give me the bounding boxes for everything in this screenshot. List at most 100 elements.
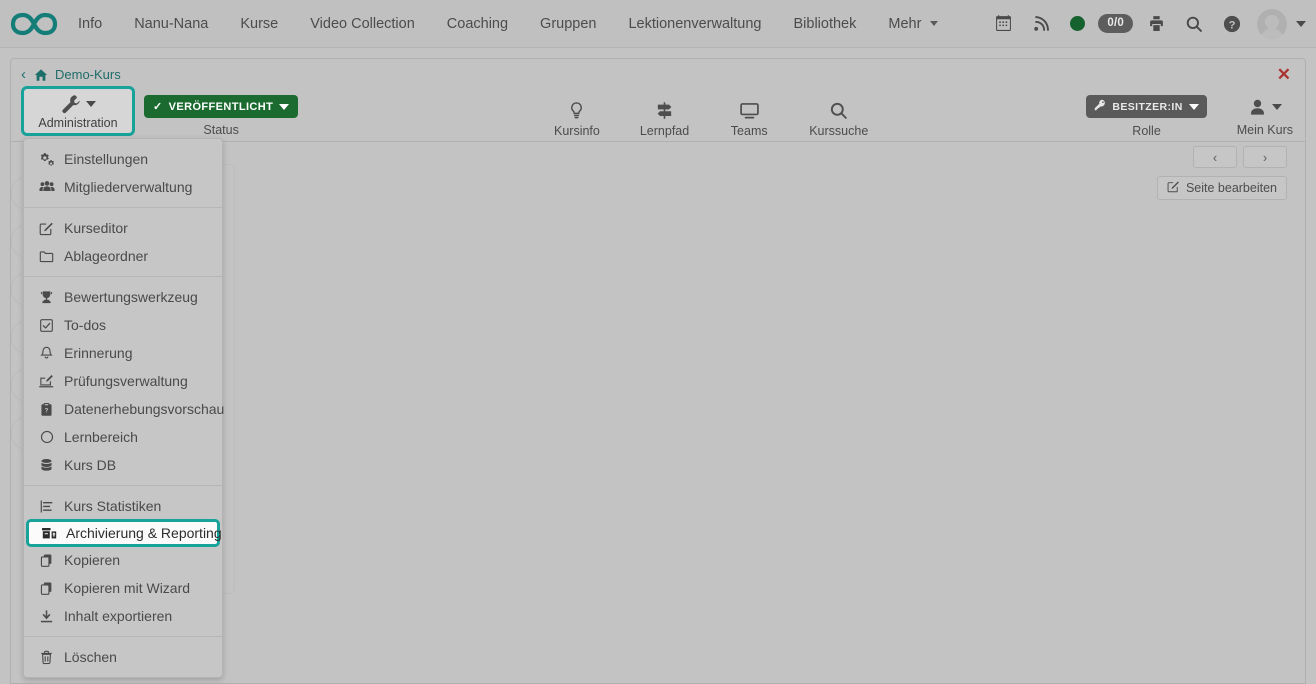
role-badge-label: BESITZER:IN: [1112, 101, 1182, 113]
breadcrumb-course-title[interactable]: Demo-Kurs: [55, 67, 121, 82]
center-toolbar-actions: Kursinfo Lernpfad: [544, 93, 878, 141]
nav-label: Info: [78, 16, 102, 32]
menu-item-kopieren[interactable]: Kopieren: [24, 546, 222, 574]
breadcrumb: ‹ Demo-Kurs ✕: [10, 58, 1306, 90]
menu-item-mitgliederverwaltung[interactable]: Mitgliederverwaltung: [24, 173, 222, 201]
chevron-down-icon: [1189, 104, 1199, 110]
menu-item-bewertungswerkzeug[interactable]: Bewertungswerkzeug: [24, 283, 222, 311]
pencil-square-icon: [38, 221, 55, 236]
trophy-icon: [38, 290, 55, 305]
screen-edit-icon: [38, 374, 55, 389]
close-icon[interactable]: ✕: [1273, 66, 1295, 83]
menu-item-inhalt-exportieren[interactable]: Inhalt exportieren: [24, 602, 222, 630]
mein-kurs-button[interactable]: Mein Kurs: [1237, 95, 1293, 137]
menu-item-label: Lernbereich: [64, 428, 138, 446]
menu-item-label: Archivierung & Reporting: [66, 524, 222, 542]
menu-item-loeschen[interactable]: Löschen: [24, 643, 222, 671]
download-icon: [38, 609, 55, 624]
menu-item-label: Ablageordner: [64, 247, 148, 265]
lightbulb-icon: [567, 97, 586, 123]
rss-icon[interactable]: [1022, 0, 1060, 48]
person-icon: [1248, 94, 1267, 120]
right-toolbar-actions: BESITZER:IN Rolle Mein Kurs: [1086, 95, 1293, 138]
nav-label: Bibliothek: [794, 16, 857, 32]
nav-label: Lektionenverwaltung: [628, 16, 761, 32]
bell-icon: [38, 346, 55, 361]
nav-item-video-collection[interactable]: Video Collection: [294, 0, 431, 48]
checkbox-icon: [38, 318, 55, 333]
next-page-button[interactable]: ›: [1243, 146, 1287, 168]
tool-label: Kursinfo: [554, 124, 600, 138]
tool-label: Kurssuche: [809, 124, 868, 138]
printer-icon[interactable]: [1137, 0, 1175, 48]
chevron-down-icon: [86, 101, 96, 107]
chevron-down-icon: [279, 104, 289, 110]
administration-label: Administration: [38, 116, 117, 130]
calendar-icon[interactable]: [984, 0, 1022, 48]
menu-item-datenerhebungsvorschau[interactable]: ? Datenerhebungsvorschau: [24, 395, 222, 423]
tool-kursinfo[interactable]: Kursinfo: [544, 93, 610, 141]
administration-button[interactable]: Administration: [21, 86, 135, 136]
counter-badge-wrap[interactable]: 0/0: [1094, 0, 1137, 48]
nav-label: Video Collection: [310, 16, 415, 32]
menu-item-label: Kurs DB: [64, 456, 116, 474]
menu-item-label: Löschen: [64, 648, 117, 666]
menu-separator: [24, 485, 222, 486]
nav-item-bibliothek[interactable]: Bibliothek: [778, 0, 873, 48]
search-icon[interactable]: [1175, 0, 1213, 48]
status-badge[interactable]: ✓ VERÖFFENTLICHT: [144, 95, 298, 118]
edit-page-button[interactable]: Seite bearbeiten: [1157, 176, 1287, 200]
menu-item-label: Inhalt exportieren: [64, 607, 172, 625]
gears-icon: [38, 152, 55, 167]
menu-separator: [24, 636, 222, 637]
trash-icon: [38, 650, 55, 665]
previous-page-button[interactable]: ‹: [1193, 146, 1237, 168]
people-icon: [38, 179, 55, 195]
tool-kurssuche[interactable]: Kurssuche: [799, 93, 878, 141]
menu-item-label: Einstellungen: [64, 150, 148, 168]
search-icon: [829, 97, 848, 123]
nav-item-coaching[interactable]: Coaching: [431, 0, 524, 48]
menu-item-label: Datenerhebungsvorschau: [64, 400, 224, 418]
tool-teams[interactable]: Teams: [719, 93, 779, 141]
nav-item-lektionenverwaltung[interactable]: Lektionenverwaltung: [612, 0, 777, 48]
menu-item-archivierung-reporting[interactable]: Archivierung & Reporting: [26, 519, 220, 547]
breadcrumb-back-button[interactable]: ‹: [21, 67, 26, 82]
svg-text:?: ?: [1229, 19, 1236, 31]
menu-item-lernbereich[interactable]: Lernbereich: [24, 423, 222, 451]
menu-item-label: Kopieren: [64, 551, 120, 569]
nav-item-kurse[interactable]: Kurse: [224, 0, 294, 48]
top-bar-actions: 0/0 ?: [984, 0, 1316, 48]
role-label: Rolle: [1132, 124, 1161, 138]
menu-item-to-dos[interactable]: To-dos: [24, 311, 222, 339]
status-label: Status: [203, 123, 238, 137]
menu-item-label: Kurs Statistiken: [64, 497, 161, 515]
menu-item-kurseditor[interactable]: Kurseditor: [24, 214, 222, 242]
nav-item-gruppen[interactable]: Gruppen: [524, 0, 612, 48]
clipboard-icon: ?: [38, 402, 55, 417]
menu-item-kurs-db[interactable]: Kurs DB: [24, 451, 222, 479]
nav-item-nanu-nana[interactable]: Nanu-Nana: [118, 0, 224, 48]
tool-lernpfad[interactable]: Lernpfad: [630, 93, 699, 141]
home-icon[interactable]: [34, 68, 48, 82]
archive-icon: [40, 525, 57, 541]
infinity-logo[interactable]: [0, 11, 62, 37]
menu-item-ablageordner[interactable]: Ablageordner: [24, 242, 222, 270]
check-icon: ✓: [153, 100, 163, 113]
menu-item-pruefungsverwaltung[interactable]: Prüfungsverwaltung: [24, 367, 222, 395]
menu-item-kurs-statistiken[interactable]: Kurs Statistiken: [24, 492, 222, 520]
menu-item-label: Prüfungsverwaltung: [64, 372, 188, 390]
status-dot-icon[interactable]: [1060, 0, 1094, 48]
menu-item-kopieren-mit-wizard[interactable]: Kopieren mit Wizard: [24, 574, 222, 602]
main-nav-links: Info Nanu-Nana Kurse Video Collection Co…: [62, 0, 950, 48]
role-badge[interactable]: BESITZER:IN: [1086, 95, 1206, 118]
avatar-menu[interactable]: [1251, 0, 1306, 48]
menu-item-erinnerung[interactable]: Erinnerung: [24, 339, 222, 367]
menu-item-einstellungen[interactable]: Einstellungen: [24, 145, 222, 173]
tool-label: Lernpfad: [640, 124, 689, 138]
page-navigation: ‹ ›: [1193, 146, 1287, 168]
nav-item-info[interactable]: Info: [62, 0, 118, 48]
help-icon[interactable]: ?: [1213, 0, 1251, 48]
nav-item-mehr[interactable]: Mehr: [872, 0, 950, 48]
notification-count-badge: 0/0: [1098, 14, 1133, 33]
